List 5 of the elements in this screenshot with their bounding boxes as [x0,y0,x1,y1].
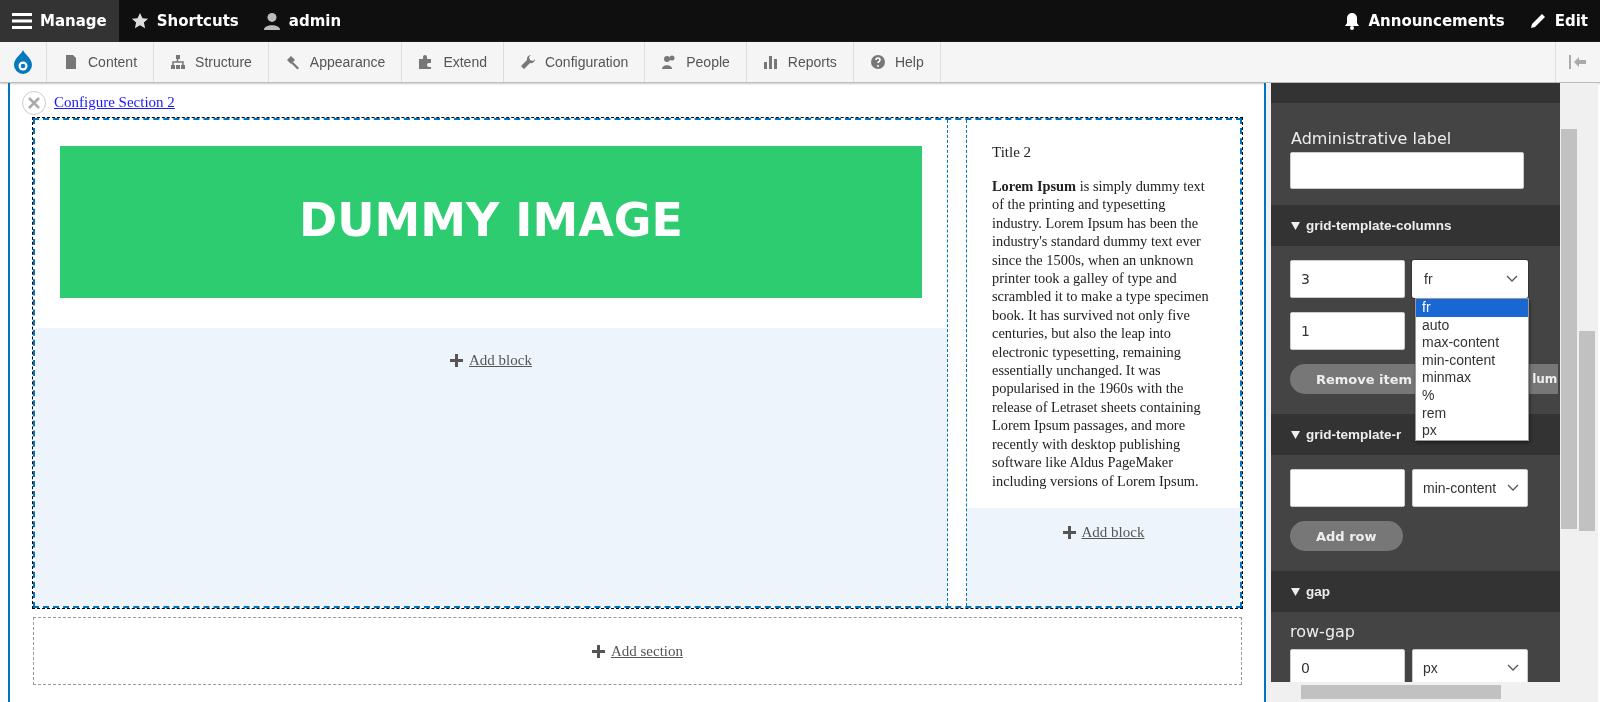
dummy-image: DUMMY IMAGE [60,146,922,298]
block-title: Title 2 [992,144,1033,161]
field-label: row-gap [1290,622,1356,641]
field-label: Administrative label [1290,129,1453,148]
body-paragraph: Lorem Ipsum is simply dummy text of the printing and typesetting industry. Lorem Ipsum has been the industry's standard dummy text ever since the 1500s, when an unknown printer took a galley of type and scrambled it to make a type specimen book. It has survived not only five centuries, but also the leap into electronic typesetting, remaining essentially unchanged. It was popularised in the 1960s with the release of Letraset sheets containing Lorem Ipsum passages, and more recently with desktop publishing software like Aldus PageMaker including versions of Lorem Ipsum. [992,177,1210,490]
